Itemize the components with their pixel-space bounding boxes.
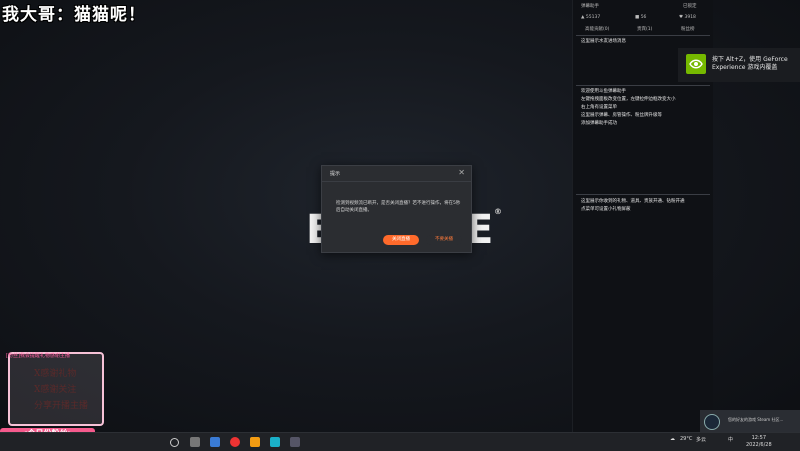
gift-line: 这里展示你收到的礼物、道具、贵族开通、钻粉开通 — [581, 199, 685, 204]
panel-tabs: 高能贡献(0) 贵宾(1) 粉丝榜 — [573, 24, 713, 34]
badge-line: X感谢关注 — [34, 385, 77, 395]
steam-notification[interactable]: 您的好友的游戏 Steam 社区... — [700, 410, 800, 432]
geforce-message: 按下 Alt+Z，使用 GeForce Experience 游戏内覆盖 — [712, 56, 788, 71]
viewer-count-value: 55137 — [585, 15, 601, 20]
danmaku-line: 添加弹幕助手成功 — [581, 121, 617, 126]
badge-line: X感谢礼物 — [34, 369, 77, 379]
weather-icon[interactable]: ☁ — [670, 436, 675, 442]
badge-top-text: [粉丝]我会提醒礼物感谢主播 — [6, 353, 70, 359]
badge-line: 分享开播主播 — [34, 401, 89, 411]
panel-title: 弹幕助手 — [581, 4, 599, 9]
steam-icon — [704, 414, 720, 430]
tab-contribution[interactable]: 高能贡献(0) — [585, 26, 609, 32]
dialog-divider — [322, 181, 471, 182]
tab-vip[interactable]: 贵宾(1) — [637, 26, 652, 32]
danmaku-line: 欢迎使用斗鱼弹幕助手 — [581, 89, 626, 94]
logo-registered-mark: ® — [494, 207, 506, 216]
danmaku-line: 右上角有设置菜单 — [581, 105, 617, 110]
fan-count-value: 56 — [640, 15, 647, 20]
streamer-badge: [粉丝]我会提醒礼物感谢主播 X感谢礼物 X感谢关注 分享开播主播 <今日份粉丝… — [0, 340, 112, 440]
ime-indicator[interactable]: 中 — [728, 436, 733, 443]
cortana-icon[interactable] — [170, 438, 179, 447]
panel-separator — [576, 35, 710, 36]
keep-stream-button[interactable]: 不要关播 — [426, 235, 462, 245]
like-count: ♥ 3918 — [679, 15, 696, 20]
geforce-notification[interactable]: 按下 Alt+Z，使用 GeForce Experience 游戏内覆盖 — [678, 48, 800, 82]
panel-separator — [576, 194, 710, 195]
tab-fan-rank[interactable]: 粉丝榜 — [681, 26, 695, 32]
steam-message: 您的好友的游戏 Steam 社区... — [728, 417, 784, 422]
dialog-message: 检测到视频流已断开，是否关闭直播？若不进行操作，将在5秒后自动关闭直播。 — [336, 201, 461, 213]
gift-line: 点菜单可设置小礼物屏蔽 — [581, 207, 631, 212]
danmaku-line: 左键拖拽面板改变位置，左键拉伸边框改变大小 — [581, 97, 676, 102]
viewer-count: ▲ 55137 — [581, 15, 601, 20]
clock-time: 12:57 — [751, 435, 767, 441]
task-view-icon[interactable] — [190, 437, 200, 447]
system-clock[interactable]: 12:57 2022/6/28 — [746, 435, 772, 449]
gift-section: 这里展示你收到的礼物、道具、贵族开通、钻粉开通 点菜单可设置小礼物屏蔽 — [581, 198, 685, 214]
weather-text: 多云 — [696, 437, 707, 443]
dialog-title: 提示 — [330, 171, 341, 177]
stream-caption: 我大哥：猫猫呢！ — [2, 5, 146, 25]
nvidia-icon — [686, 54, 706, 74]
close-stream-button[interactable]: 关闭直播 — [383, 235, 419, 245]
douyu-app-icon[interactable] — [250, 437, 260, 447]
panel-lock-status[interactable]: 已锁定 — [683, 3, 697, 9]
taskbar: ☁ 29°C 多云 中 12:57 2022/6/28 — [0, 432, 800, 451]
entry-message-section: 这里展示水友进场消息 — [581, 39, 626, 44]
danmaku-section: 欢迎使用斗鱼弹幕助手 左键拖拽面板改变位置，左键拉伸边框改变大小 右上角有设置菜… — [581, 88, 676, 128]
photos-app-icon[interactable] — [210, 437, 220, 447]
danmaku-line: 这里展示弹幕、房管操作、粉丝牌升级等 — [581, 113, 662, 118]
recorder-app-icon[interactable] — [230, 437, 240, 447]
fan-count: ■ 56 — [635, 15, 647, 20]
chat-app-icon[interactable] — [270, 437, 280, 447]
like-count-value: 3918 — [684, 15, 696, 20]
game-app-icon[interactable] — [290, 437, 300, 447]
close-icon[interactable]: ✕ — [458, 168, 465, 177]
panel-separator — [576, 85, 710, 86]
temperature: 29°C — [680, 436, 693, 442]
close-stream-dialog: 提示 ✕ 检测到视频流已断开，是否关闭直播？若不进行操作，将在5秒后自动关闭直播… — [321, 165, 472, 253]
clock-date: 2022/6/28 — [746, 442, 772, 448]
